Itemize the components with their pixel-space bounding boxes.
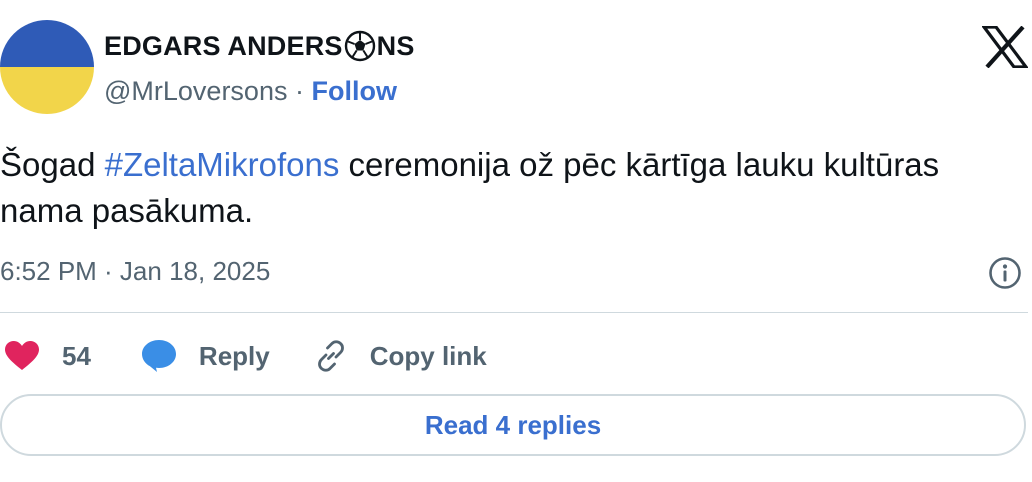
copy-link-button[interactable]: Copy link [314, 339, 487, 373]
tweet-timestamp[interactable]: 6:52 PM · Jan 18, 2025 [0, 256, 270, 287]
tweet-embed-card: EDGARS ANDERS NS @MrLoversons · Follow Š… [0, 0, 1032, 482]
tweet-text: Šogad #ZeltaMikrofons ceremonija ož pēc … [0, 142, 1020, 234]
author-name-prefix: EDGARS ANDERS [104, 30, 343, 61]
info-icon[interactable] [988, 256, 1022, 290]
speech-bubble-icon [141, 340, 176, 372]
tweet-text-before: Šogad [0, 146, 105, 183]
reply-button[interactable]: Reply [141, 339, 270, 373]
action-bar: 54 Reply Copy link [0, 334, 487, 378]
author-handle[interactable]: @MrLoversons [104, 76, 287, 106]
link-icon [317, 340, 344, 372]
soccer-ball-icon [344, 30, 375, 62]
like-button[interactable]: 54 [4, 340, 91, 372]
handle-row: @MrLoversons · Follow [104, 76, 397, 107]
reply-label: Reply [198, 340, 270, 371]
separator: · [294, 76, 304, 106]
heart-icon [5, 341, 39, 370]
author-name[interactable]: EDGARS ANDERS NS [104, 30, 415, 62]
x-logo-icon[interactable] [982, 26, 1028, 68]
copy-link-label: Copy link [369, 340, 487, 371]
avatar[interactable] [0, 20, 94, 114]
like-count: 54 [62, 340, 91, 371]
read-replies-button[interactable]: Read 4 replies [0, 394, 1026, 456]
follow-link[interactable]: Follow [312, 76, 397, 106]
author-name-suffix: NS [376, 30, 415, 61]
divider [0, 312, 1028, 313]
hashtag-link[interactable]: #ZeltaMikrofons [105, 146, 340, 183]
